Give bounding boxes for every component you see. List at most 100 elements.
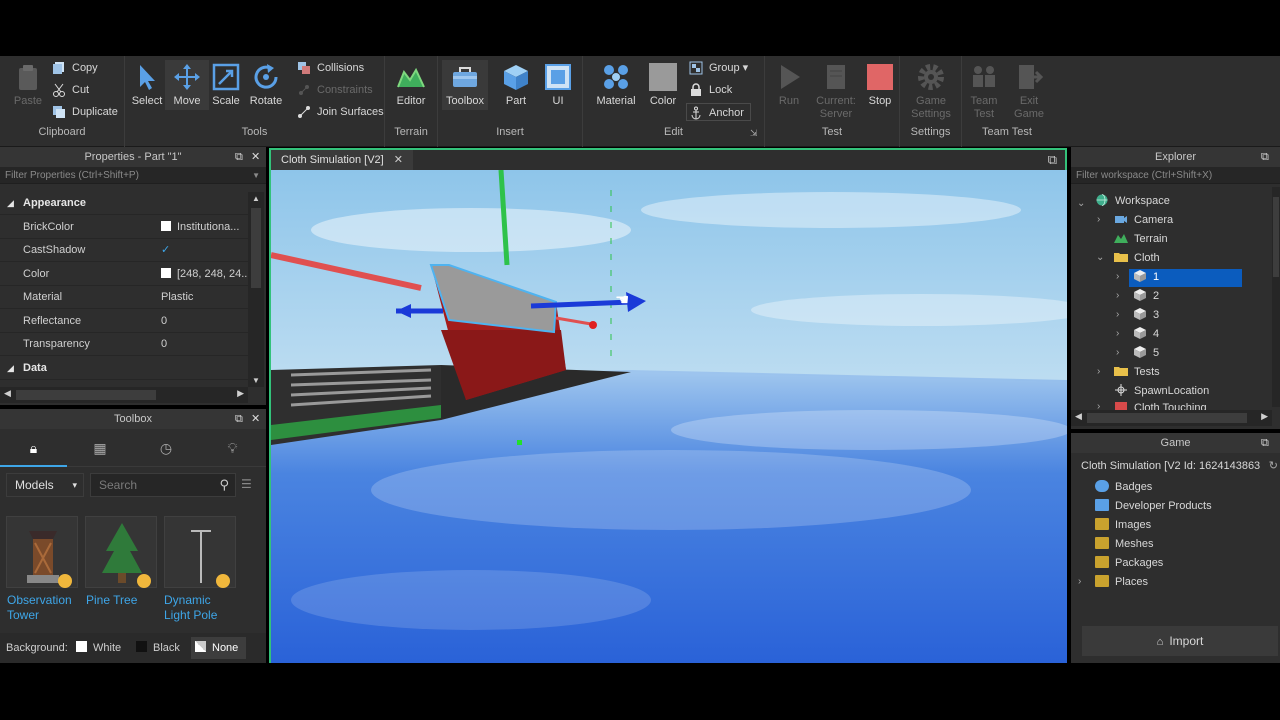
model-thumbnail-light-pole[interactable] bbox=[164, 516, 236, 588]
tree-item-camera[interactable]: Camera bbox=[1114, 211, 1173, 230]
tree-item-tests[interactable]: Tests bbox=[1114, 363, 1160, 382]
game-item-images[interactable]: Images bbox=[1095, 516, 1151, 535]
vertical-scrollbar[interactable]: ▲ ▼ bbox=[248, 192, 264, 387]
category-dropdown[interactable]: Models ▾ bbox=[6, 473, 84, 497]
rotate-button[interactable]: Rotate bbox=[244, 60, 288, 110]
copy-button[interactable]: Copy bbox=[50, 59, 98, 77]
castshadow-checkbox[interactable]: ✓ bbox=[161, 239, 170, 262]
edit-expand-icon[interactable]: ⇲ bbox=[750, 128, 758, 139]
join-surfaces-toggle[interactable]: Join Surfaces bbox=[295, 103, 384, 121]
appearance-category[interactable]: ◢ Appearance bbox=[0, 192, 248, 215]
part-button[interactable]: Part bbox=[494, 60, 538, 110]
game-item-developer-products[interactable]: Developer Products bbox=[1095, 497, 1212, 516]
property-row[interactable]: Color [248, 248, 24... bbox=[0, 263, 250, 286]
game-item-places[interactable]: Places bbox=[1095, 573, 1148, 592]
close-tab-icon[interactable]: ✕ bbox=[394, 154, 403, 166]
expand-toggle[interactable]: › bbox=[1116, 328, 1119, 339]
filter-sliders-icon[interactable]: ☰ bbox=[241, 477, 252, 491]
expand-toggle[interactable]: › bbox=[1116, 347, 1119, 358]
exit-game-button[interactable]: Exit Game bbox=[1007, 60, 1051, 120]
tree-item-model-1[interactable]: 1 bbox=[1133, 268, 1159, 287]
property-row[interactable]: BrickColor Institutiona... bbox=[0, 216, 248, 239]
bg-none-option[interactable]: None bbox=[191, 637, 247, 659]
grid-inventory-icon[interactable]: ▦ bbox=[67, 431, 133, 467]
horizontal-scrollbar[interactable]: ◀ ▶ bbox=[0, 387, 248, 403]
game-item-meshes[interactable]: Meshes bbox=[1095, 535, 1154, 554]
maximize-icon[interactable]: ⧉ bbox=[1048, 152, 1057, 168]
expand-toggle[interactable]: › bbox=[1097, 401, 1100, 410]
anchor-button[interactable]: Anchor bbox=[686, 103, 751, 121]
dock-icon[interactable]: ⧉ bbox=[235, 409, 243, 429]
paste-button[interactable]: Paste bbox=[6, 60, 50, 110]
chevron-down-icon[interactable]: ▼ bbox=[252, 167, 260, 184]
terrain-editor-button[interactable]: Editor bbox=[389, 60, 433, 110]
duplicate-button[interactable]: Duplicate bbox=[50, 103, 118, 121]
select-button[interactable]: Select bbox=[125, 60, 169, 110]
toolbox-search-input[interactable]: Search ⚲ bbox=[90, 473, 236, 497]
tree-item-spawnlocation[interactable]: SpawnLocation bbox=[1114, 382, 1209, 401]
model-label[interactable]: Observation Tower bbox=[7, 593, 72, 623]
expand-toggle[interactable]: › bbox=[1097, 214, 1100, 225]
expand-toggle[interactable]: › bbox=[1116, 271, 1119, 282]
move-button[interactable]: Move bbox=[165, 60, 209, 110]
game-item-badges[interactable]: Badges bbox=[1095, 478, 1152, 497]
model-label[interactable]: Pine Tree bbox=[86, 593, 137, 608]
group-button[interactable]: Group ▾ bbox=[687, 59, 748, 77]
game-scene[interactable]: ☚ bbox=[271, 170, 1067, 663]
property-row[interactable]: Material Plastic bbox=[0, 286, 248, 309]
import-button[interactable]: ⌂ Import bbox=[1082, 626, 1278, 656]
collisions-toggle[interactable]: Collisions bbox=[295, 59, 364, 77]
dock-icon[interactable]: ⧉ bbox=[1261, 433, 1269, 453]
expand-toggle[interactable]: › bbox=[1116, 290, 1119, 301]
bg-white-option[interactable]: White bbox=[76, 633, 121, 663]
explorer-filter-input[interactable]: Filter workspace (Ctrl+Shift+X) bbox=[1071, 167, 1280, 184]
tree-item-cloth[interactable]: Cloth bbox=[1114, 249, 1160, 268]
close-icon[interactable]: ✕ bbox=[251, 147, 260, 167]
game-settings-button[interactable]: Game Settings bbox=[909, 60, 953, 120]
expand-toggle[interactable]: › bbox=[1097, 366, 1100, 377]
model-label[interactable]: Dynamic Light Pole bbox=[164, 593, 217, 623]
property-row[interactable]: CastShadow ✓ bbox=[0, 239, 248, 262]
close-icon[interactable]: ✕ bbox=[251, 409, 260, 429]
marketplace-bag-icon[interactable]: 🔒︎ bbox=[0, 431, 67, 467]
game-item-packages[interactable]: Packages bbox=[1095, 554, 1163, 573]
dock-icon[interactable]: ⧉ bbox=[1261, 147, 1269, 167]
tree-item-model-2[interactable]: 2 bbox=[1133, 287, 1159, 306]
dock-icon[interactable]: ⧉ bbox=[235, 147, 243, 167]
color-button[interactable]: Color bbox=[641, 60, 685, 110]
expand-toggle[interactable]: › bbox=[1078, 576, 1081, 587]
constraints-toggle[interactable]: Constraints bbox=[295, 81, 373, 99]
cut-button[interactable]: Cut bbox=[50, 81, 89, 99]
expand-toggle[interactable]: ⌄ bbox=[1096, 252, 1104, 263]
expand-toggle[interactable]: › bbox=[1116, 309, 1119, 320]
refresh-icon[interactable]: ↻ bbox=[1269, 455, 1278, 477]
model-thumbnail-observation-tower[interactable] bbox=[6, 516, 78, 588]
horizontal-scrollbar[interactable]: ◀ ▶ bbox=[1071, 410, 1272, 426]
creations-bulb-icon[interactable]: 💡︎ bbox=[199, 431, 266, 467]
property-row[interactable]: Reflectance 0 bbox=[0, 310, 248, 333]
model-thumbnail-pine-tree[interactable] bbox=[85, 516, 157, 588]
current-server-button[interactable]: Current: Server bbox=[813, 60, 859, 120]
document-tab[interactable]: Cloth Simulation [V2] ✕ bbox=[271, 150, 413, 170]
team-test-button[interactable]: Team Test bbox=[962, 60, 1006, 120]
tree-item-model-5[interactable]: 5 bbox=[1133, 344, 1159, 363]
tree-item-workspace[interactable]: Workspace bbox=[1095, 192, 1170, 211]
toolbox-button[interactable]: Toolbox bbox=[442, 60, 488, 110]
vertical-scrollbar[interactable] bbox=[1272, 187, 1280, 407]
property-row[interactable]: Transparency 0 bbox=[0, 333, 248, 356]
tree-item-model-4[interactable]: 4 bbox=[1133, 325, 1159, 344]
data-category[interactable]: ◢ Data bbox=[0, 357, 248, 380]
tree-item-terrain[interactable]: Terrain bbox=[1114, 230, 1168, 249]
ui-button[interactable]: UI bbox=[536, 60, 580, 110]
run-button[interactable]: Run bbox=[767, 60, 811, 110]
search-icon[interactable]: ⚲ bbox=[219, 474, 229, 496]
lock-button[interactable]: Lock bbox=[687, 81, 732, 99]
tree-item-model-3[interactable]: 3 bbox=[1133, 306, 1159, 325]
recent-clock-icon[interactable]: ◷ bbox=[133, 431, 199, 467]
scale-button[interactable]: Scale bbox=[204, 60, 248, 110]
properties-filter-input[interactable]: Filter Properties (Ctrl+Shift+P) ▼ bbox=[0, 167, 266, 184]
expand-toggle[interactable]: ⌄ bbox=[1077, 198, 1085, 209]
bg-black-option[interactable]: Black bbox=[136, 633, 180, 663]
tree-item-cloth-touching[interactable]: Cloth Touching bbox=[1114, 401, 1207, 410]
stop-button[interactable]: Stop bbox=[858, 60, 902, 110]
